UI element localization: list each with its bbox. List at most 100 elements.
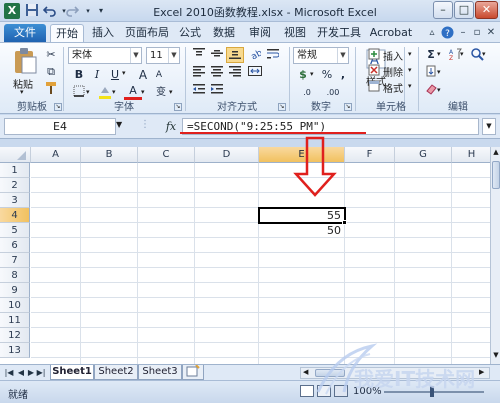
- cut-icon[interactable]: ✂: [42, 47, 60, 63]
- top-align-icon[interactable]: [190, 47, 208, 63]
- paste-dropdown-icon[interactable]: ▾: [20, 88, 24, 96]
- select-all-button[interactable]: [0, 147, 31, 163]
- currency-dropdown-icon[interactable]: ▾: [310, 70, 314, 78]
- phonetic-dropdown-icon[interactable]: ▾: [169, 88, 173, 96]
- tab-view[interactable]: 视图: [280, 24, 310, 42]
- phonetic-guide-button[interactable]: 变: [152, 85, 170, 101]
- first-sheet-icon[interactable]: |◀: [4, 367, 14, 379]
- middle-align-icon[interactable]: [208, 47, 226, 63]
- tab-acrobat[interactable]: Acrobat: [368, 24, 414, 42]
- row-header[interactable]: 8: [0, 268, 30, 283]
- prev-sheet-icon[interactable]: ◀: [16, 367, 26, 379]
- next-sheet-icon[interactable]: ▶: [26, 367, 36, 379]
- fill-dropdown-icon[interactable]: ▾: [437, 68, 441, 76]
- name-box[interactable]: E4: [4, 118, 116, 135]
- minimize-button[interactable]: –: [433, 1, 453, 19]
- scroll-up-icon[interactable]: ▲: [492, 148, 500, 156]
- copy-icon[interactable]: ⧉: [42, 64, 60, 80]
- increase-indent-icon[interactable]: [208, 83, 226, 99]
- orientation-icon[interactable]: ab: [246, 47, 265, 63]
- maximize-button[interactable]: □: [454, 1, 474, 19]
- column-header[interactable]: F: [345, 147, 395, 163]
- tab-review[interactable]: 审阅: [244, 24, 276, 42]
- scroll-left-icon[interactable]: ◀: [303, 368, 308, 376]
- borders-dropdown-icon[interactable]: ▾: [86, 88, 90, 96]
- insert-function-button[interactable]: fx: [163, 119, 179, 135]
- font-launcher-icon[interactable]: ↘: [174, 103, 182, 111]
- row-header[interactable]: 2: [0, 178, 30, 193]
- autosum-dropdown-icon[interactable]: ▾: [437, 50, 441, 58]
- worksheet-grid[interactable]: A B C D E F G H 1 2 3 4 5 6 7 8 9 10 11 …: [0, 147, 490, 364]
- tab-home[interactable]: 开始: [50, 24, 84, 42]
- chevron-down-icon[interactable]: ▼: [130, 48, 141, 63]
- insert-sheet-button[interactable]: [182, 364, 204, 380]
- customize-qat-icon[interactable]: ▾: [93, 3, 109, 19]
- align-right-icon[interactable]: [226, 65, 244, 81]
- formula-bar-resize-handle[interactable]: ⋮: [140, 119, 150, 135]
- tab-page-layout[interactable]: 页面布局: [122, 24, 172, 42]
- sheet-tab-sheet1[interactable]: Sheet1: [50, 365, 94, 380]
- tab-data[interactable]: 数据: [208, 24, 240, 42]
- excel-app-icon[interactable]: X: [4, 3, 20, 19]
- sort-filter-dropdown-icon[interactable]: ▾: [460, 50, 464, 58]
- close-button[interactable]: ✕: [475, 1, 498, 19]
- alignment-launcher-icon[interactable]: ↘: [278, 103, 286, 111]
- fill-color-dropdown-icon[interactable]: ▾: [112, 88, 116, 96]
- column-header[interactable]: D: [195, 147, 259, 163]
- minimize-ribbon-icon[interactable]: ▵: [425, 26, 439, 40]
- sheet-tab-sheet2[interactable]: Sheet2: [94, 365, 138, 380]
- vertical-scroll-thumb[interactable]: [492, 161, 500, 189]
- tab-developer[interactable]: 开发工具: [314, 24, 364, 42]
- italic-button[interactable]: I: [88, 67, 106, 83]
- clear-dropdown-icon[interactable]: ▾: [437, 86, 441, 94]
- font-size-combo[interactable]: 11 ▼: [146, 47, 180, 64]
- tab-file[interactable]: 文件: [4, 24, 46, 42]
- last-sheet-icon[interactable]: ▶|: [36, 367, 46, 379]
- chevron-down-icon[interactable]: ▼: [168, 48, 179, 63]
- clipboard-launcher-icon[interactable]: ↘: [54, 103, 62, 111]
- workbook-minimize-icon[interactable]: –: [456, 26, 470, 40]
- workbook-restore-icon[interactable]: ▫: [470, 26, 484, 40]
- format-cells-button[interactable]: 格式 ▾: [368, 78, 418, 95]
- column-header[interactable]: A: [31, 147, 81, 163]
- tab-insert[interactable]: 插入: [88, 24, 118, 42]
- row-header[interactable]: 7: [0, 253, 30, 268]
- row-header[interactable]: 13: [0, 343, 30, 358]
- cell-e5[interactable]: 50: [259, 223, 344, 238]
- insert-cells-button[interactable]: 插入 ▾: [368, 46, 418, 63]
- wrap-text-icon[interactable]: [264, 47, 282, 63]
- row-header[interactable]: 3: [0, 193, 30, 208]
- merge-center-icon[interactable]: [246, 65, 264, 81]
- increase-decimal-button[interactable]: .0: [296, 85, 318, 101]
- bold-button[interactable]: B: [70, 67, 88, 83]
- align-center-icon[interactable]: [208, 65, 226, 81]
- column-header[interactable]: B: [81, 147, 138, 163]
- find-select-dropdown-icon[interactable]: ▾: [482, 50, 486, 58]
- shrink-font-button[interactable]: A: [150, 67, 168, 83]
- sheet-tab-sheet3[interactable]: Sheet3: [138, 365, 182, 380]
- font-color-dropdown-icon[interactable]: ▾: [141, 88, 145, 96]
- column-header[interactable]: C: [138, 147, 195, 163]
- delete-cells-button[interactable]: 删除 ▾: [368, 62, 418, 79]
- redo-icon[interactable]: [64, 3, 80, 19]
- row-header[interactable]: 12: [0, 328, 30, 343]
- decrease-indent-icon[interactable]: [190, 83, 208, 99]
- column-header[interactable]: H: [452, 147, 490, 163]
- row-header[interactable]: 9: [0, 283, 30, 298]
- save-icon[interactable]: [24, 3, 40, 19]
- paste-icon[interactable]: [10, 47, 42, 75]
- align-left-icon[interactable]: [190, 65, 208, 81]
- number-launcher-icon[interactable]: ↘: [344, 103, 352, 111]
- row-header[interactable]: 11: [0, 313, 30, 328]
- underline-dropdown-icon[interactable]: ▾: [122, 69, 126, 77]
- format-painter-icon[interactable]: [42, 81, 60, 97]
- workbook-close-icon[interactable]: ✕: [484, 26, 498, 40]
- row-header[interactable]: 10: [0, 298, 30, 313]
- bottom-align-icon[interactable]: [226, 47, 244, 63]
- font-name-combo[interactable]: 宋体 ▼: [68, 47, 142, 64]
- font-color-button[interactable]: A: [124, 83, 142, 100]
- tab-formulas[interactable]: 公式: [176, 24, 204, 42]
- help-icon[interactable]: ?: [440, 26, 454, 40]
- column-header[interactable]: G: [395, 147, 452, 163]
- row-header-selected[interactable]: 4: [0, 208, 30, 223]
